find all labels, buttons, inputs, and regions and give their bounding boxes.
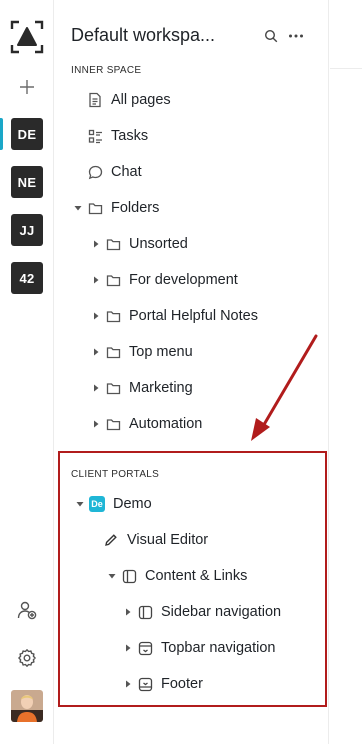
- folder-icon: [105, 344, 121, 360]
- nav-item-label: Tasks: [111, 128, 149, 144]
- folder-item-for-development[interactable]: For development: [55, 266, 325, 294]
- content-item-label: Sidebar navigation: [161, 604, 282, 620]
- chevron-down-icon[interactable]: [73, 203, 83, 213]
- portal-label: Demo: [113, 496, 152, 512]
- content-item-label: Topbar navigation: [161, 640, 276, 656]
- chevron-right-icon[interactable]: [123, 643, 133, 653]
- nav-item-label: Chat: [111, 164, 142, 180]
- chevron-right-icon[interactable]: [91, 347, 101, 357]
- folder-item-label: For development: [129, 272, 238, 288]
- folder-icon: [105, 236, 121, 252]
- chevron-right-icon[interactable]: [123, 607, 133, 617]
- workspace-badge-jj[interactable]: JJ: [11, 214, 43, 246]
- add-user-icon[interactable]: [15, 598, 39, 622]
- chevron-right-icon[interactable]: [123, 679, 133, 689]
- more-options-icon[interactable]: [286, 26, 306, 46]
- sidebar: Default workspa... INNER SPACE All pages…: [55, 0, 329, 744]
- folder-icon: [105, 416, 121, 432]
- chevron-right-icon[interactable]: [91, 419, 101, 429]
- folder-item-label: Portal Helpful Notes: [129, 308, 258, 324]
- workspace-badge-de[interactable]: DE: [11, 118, 43, 150]
- content-item-label: Footer: [161, 676, 203, 692]
- chevron-right-icon[interactable]: [91, 383, 101, 393]
- avatar[interactable]: [11, 690, 43, 722]
- chevron-down-icon[interactable]: [75, 499, 85, 509]
- section-label-inner-space: INNER SPACE: [71, 65, 142, 76]
- tasks-icon: [87, 128, 103, 144]
- main-content-area: [330, 0, 362, 744]
- page-icon: [87, 92, 103, 108]
- chevron-right-icon[interactable]: [91, 275, 101, 285]
- folder-item-portal-helpful-notes[interactable]: Portal Helpful Notes: [55, 302, 325, 330]
- active-workspace-indicator: [0, 118, 3, 150]
- chevron-right-icon[interactable]: [91, 311, 101, 321]
- folder-item-marketing[interactable]: Marketing: [55, 374, 325, 402]
- folder-item-label: Automation: [129, 416, 203, 432]
- folder-icon: [105, 380, 121, 396]
- nav-item-label: All pages: [111, 92, 171, 108]
- pencil-icon: [103, 532, 119, 548]
- folder-item-label: Top menu: [129, 344, 193, 360]
- footer-layout-icon: [137, 676, 153, 692]
- settings-icon[interactable]: [15, 646, 39, 670]
- nav-item-chat[interactable]: Chat: [55, 158, 325, 186]
- chat-icon: [87, 164, 103, 180]
- section-label-client-portals: CLIENT PORTALS: [71, 469, 160, 480]
- content-item-footer[interactable]: Footer: [55, 670, 325, 698]
- content-item-sidebar-navigation[interactable]: Sidebar navigation: [55, 598, 325, 626]
- chevron-down-icon[interactable]: [107, 571, 117, 581]
- workspace-rail: DE NE JJ 42: [0, 0, 54, 744]
- workspace-badge-42[interactable]: 42: [11, 262, 43, 294]
- folder-icon: [105, 272, 121, 288]
- header-divider: [330, 68, 362, 69]
- logo-icon[interactable]: [10, 20, 44, 54]
- portal-chip: De: [89, 496, 105, 512]
- folder-group-folders[interactable]: Folders: [55, 194, 325, 222]
- folder-item-label: Unsorted: [129, 236, 188, 252]
- plus-icon[interactable]: [14, 76, 40, 98]
- topbar-layout-icon: [137, 640, 153, 656]
- portal-item-content-links[interactable]: Content & Links: [55, 562, 325, 590]
- folder-icon: [105, 308, 121, 324]
- workspace-title[interactable]: Default workspa...: [71, 25, 241, 46]
- folder-item-unsorted[interactable]: Unsorted: [55, 230, 325, 258]
- portal-item-demo[interactable]: De Demo: [55, 490, 325, 518]
- folder-icon: [87, 200, 103, 216]
- nav-item-tasks[interactable]: Tasks: [55, 122, 325, 150]
- search-icon[interactable]: [261, 26, 281, 46]
- sidebar-layout-icon: [121, 568, 137, 584]
- folder-label: Folders: [111, 200, 160, 216]
- folder-item-label: Marketing: [129, 380, 193, 396]
- portal-item-label: Content & Links: [145, 568, 248, 584]
- folder-item-top-menu[interactable]: Top menu: [55, 338, 325, 366]
- sidebar-layout-icon: [137, 604, 153, 620]
- nav-item-all-pages[interactable]: All pages: [55, 86, 325, 114]
- folder-item-automation[interactable]: Automation: [55, 410, 325, 438]
- content-item-topbar-navigation[interactable]: Topbar navigation: [55, 634, 325, 662]
- chevron-right-icon[interactable]: [91, 239, 101, 249]
- portal-item-visual-editor[interactable]: Visual Editor: [55, 526, 325, 554]
- portal-item-label: Visual Editor: [127, 532, 209, 548]
- workspace-badge-ne[interactable]: NE: [11, 166, 43, 198]
